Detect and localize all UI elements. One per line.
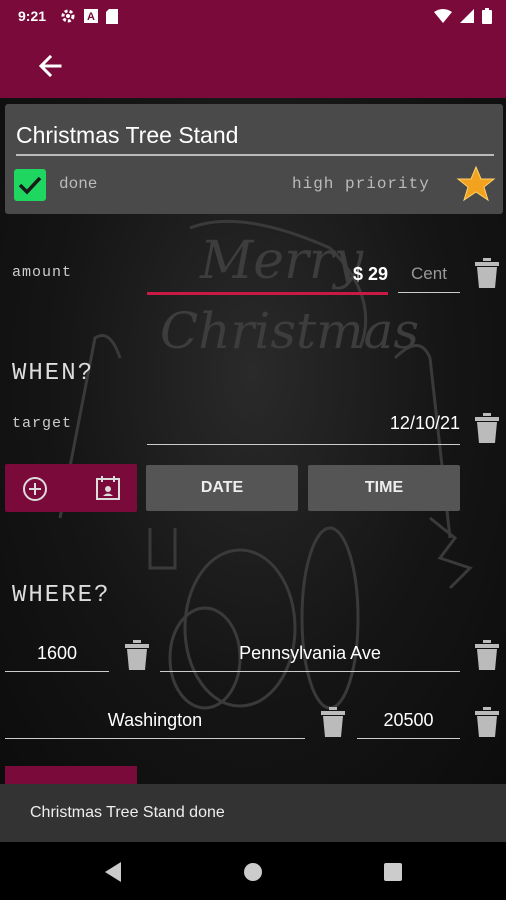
trash-icon[interactable]: [475, 258, 499, 288]
target-date-input[interactable]: 12/10/21: [147, 404, 460, 445]
wifi-icon: [434, 9, 452, 23]
amount-input[interactable]: $ 29: [147, 258, 388, 295]
trash-icon[interactable]: [475, 707, 499, 737]
street-number-input[interactable]: 1600: [5, 637, 109, 672]
done-label: done: [59, 175, 98, 193]
when-heading: WHEN?: [12, 360, 95, 387]
svg-text:Christmas: Christmas: [160, 302, 419, 360]
system-nav-bar: [0, 842, 506, 900]
where-heading: WHERE?: [12, 582, 111, 609]
add-circle-icon[interactable]: [22, 476, 48, 502]
title-input[interactable]: Christmas Tree Stand: [16, 118, 494, 156]
app-bar: [0, 32, 506, 98]
cent-input[interactable]: Cent: [398, 258, 460, 293]
priority-label: high priority: [292, 175, 430, 193]
arrow-left-icon[interactable]: [34, 50, 66, 82]
amount-label: amount: [12, 264, 73, 281]
home-circle-icon[interactable]: [243, 862, 263, 882]
back-triangle-icon[interactable]: [103, 861, 123, 883]
status-bar: 9:21 A: [0, 0, 506, 32]
checkmark-icon: [18, 176, 42, 195]
target-label: target: [12, 415, 73, 432]
trash-icon[interactable]: [475, 640, 499, 670]
time-button[interactable]: TIME: [308, 465, 460, 511]
gear-icon: [61, 9, 75, 23]
done-checkbox[interactable]: [14, 169, 46, 201]
add-location-group[interactable]: [5, 766, 137, 786]
zip-input[interactable]: 20500: [357, 704, 460, 739]
signal-icon: [460, 9, 474, 23]
recents-square-icon[interactable]: [384, 863, 402, 881]
a-icon: A: [84, 9, 99, 23]
city-input[interactable]: Washington: [5, 704, 305, 739]
svg-text:A: A: [87, 11, 95, 23]
status-time: 9:21: [18, 8, 47, 24]
star-icon[interactable]: [456, 164, 496, 204]
snackbar: Christmas Tree Stand done: [0, 784, 506, 842]
add-date-group: [5, 464, 137, 512]
street-input[interactable]: Pennsylvania Ave: [160, 637, 460, 672]
snackbar-text: Christmas Tree Stand done: [30, 804, 225, 821]
battery-icon: [482, 8, 492, 24]
date-button[interactable]: DATE: [146, 465, 298, 511]
trash-icon[interactable]: [475, 413, 499, 443]
trash-icon[interactable]: [321, 707, 345, 737]
calendar-icon[interactable]: [95, 475, 121, 501]
trash-icon[interactable]: [125, 640, 149, 670]
sdcard-icon: [106, 8, 119, 24]
